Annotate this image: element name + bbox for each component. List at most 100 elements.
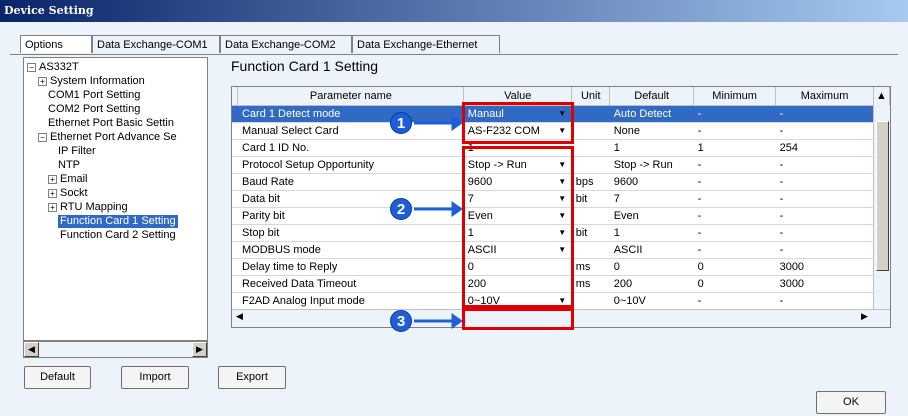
column-header-parameter-name[interactable]: Parameter name [237, 87, 465, 106]
unit-cell [571, 207, 610, 225]
tab-data-exchange-com2[interactable]: Data Exchange-COM2 [220, 35, 352, 53]
export-button[interactable]: Export [218, 366, 286, 389]
value-text: 200 [467, 278, 487, 290]
table-row[interactable]: Parity bit Even ▼ Even - - [232, 207, 890, 225]
value-cell[interactable]: 0~10V ▼ [463, 292, 572, 310]
default-cell: 200 [609, 275, 694, 293]
tree-horizontal-scrollbar[interactable]: ◀ ▶ [23, 341, 208, 358]
value-field[interactable]: 0 [468, 259, 568, 275]
value-field[interactable]: Manaul ▼ [468, 106, 568, 122]
minimum-cell: - [693, 105, 776, 123]
minimum-cell: - [693, 224, 776, 242]
default-cell: Stop -> Run [609, 156, 694, 174]
value-cell[interactable]: 9600 ▼ [463, 173, 572, 191]
default-cell: 7 [609, 190, 694, 208]
value-field[interactable]: 0~10V ▼ [468, 293, 568, 309]
tree-item-function-card-2[interactable]: Function Card 2 Setting [60, 229, 176, 242]
value-field[interactable]: Even ▼ [468, 208, 568, 224]
tree-item-ntp[interactable]: NTP [58, 159, 80, 172]
maximum-cell: - [775, 190, 874, 208]
table-row[interactable]: MODBUS mode ASCII ▼ ASCII - - [232, 241, 890, 259]
grid-horizontal-scrollbar[interactable]: ◀ ▶ [232, 309, 890, 327]
tree-item-function-card-1[interactable]: Function Card 1 Setting [58, 215, 178, 228]
unit-cell [571, 156, 610, 174]
parameter-grid[interactable]: Parameter name Value Unit Default Minimu… [231, 86, 891, 328]
expand-icon[interactable]: + [48, 202, 57, 212]
tab-options[interactable]: Options [20, 35, 92, 53]
scroll-up-icon[interactable]: ▲ [873, 87, 890, 106]
callout-badge-2: 2 [390, 198, 412, 220]
value-cell[interactable]: Stop -> Run ▼ [463, 156, 572, 174]
tree-item-com2-port[interactable]: COM2 Port Setting [48, 103, 140, 116]
minimum-cell: 0 [693, 258, 776, 276]
dropdown-arrow-icon[interactable]: ▼ [557, 227, 568, 239]
value-field[interactable]: ASCII ▼ [468, 242, 568, 258]
table-row[interactable]: Protocol Setup Opportunity Stop -> Run ▼ St… [232, 156, 890, 174]
tab-data-exchange-com1[interactable]: Data Exchange-COM1 [92, 35, 220, 53]
expand-icon[interactable]: + [48, 174, 57, 184]
value-field[interactable]: 1 ▼ [468, 225, 568, 241]
table-row[interactable]: Card 1 ID No. 1 1 1 254 [232, 139, 890, 157]
collapse-icon[interactable]: − [38, 132, 47, 142]
table-row[interactable]: Manual Select Card AS-F232 COM ▼ None - - [232, 122, 890, 140]
column-header-unit[interactable]: Unit [571, 87, 611, 106]
value-field[interactable]: Stop -> Run ▼ [468, 157, 568, 173]
ok-button[interactable]: OK [816, 391, 886, 414]
tree-item-com1-port[interactable]: COM1 Port Setting [48, 89, 140, 102]
tree-root[interactable]: − AS332T [27, 61, 79, 74]
scrollbar-thumb[interactable] [876, 121, 889, 271]
expand-icon[interactable]: + [38, 76, 47, 86]
column-header-maximum[interactable]: Maximum [775, 87, 874, 106]
scroll-right-icon[interactable]: ▶ [857, 310, 872, 325]
dropdown-arrow-icon[interactable]: ▼ [557, 193, 568, 205]
value-cell[interactable]: 1 [463, 139, 572, 157]
value-cell[interactable]: AS-F232 COM ▼ [463, 122, 572, 140]
column-header-default[interactable]: Default [609, 87, 695, 106]
value-field[interactable]: AS-F232 COM ▼ [468, 123, 568, 139]
tree-item-ethernet-basic[interactable]: Ethernet Port Basic Settin [48, 117, 174, 130]
value-field[interactable]: 200 [468, 276, 568, 292]
default-button[interactable]: Default [24, 366, 91, 389]
expand-icon[interactable]: + [48, 188, 57, 198]
tree-item-ip-filter[interactable]: IP Filter [58, 145, 96, 158]
tab-data-exchange-ethernet[interactable]: Data Exchange-Ethernet [352, 35, 500, 53]
dropdown-arrow-icon[interactable]: ▼ [557, 295, 568, 307]
scroll-right-icon[interactable]: ▶ [192, 342, 207, 357]
column-header-minimum[interactable]: Minimum [693, 87, 777, 106]
dropdown-arrow-icon[interactable]: ▼ [557, 108, 568, 120]
table-row[interactable]: F2AD Analog Input mode 0~10V ▼ 0~10V - - [232, 292, 890, 310]
tree-item-rtu-mapping[interactable]: + RTU Mapping [48, 201, 128, 214]
tree-item-system-information[interactable]: + System Information [38, 75, 145, 88]
dropdown-arrow-icon[interactable]: ▼ [557, 125, 568, 137]
table-row[interactable]: Card 1 Detect mode Manaul ▼ Auto Detect - - [232, 105, 890, 123]
dropdown-arrow-icon[interactable]: ▼ [557, 159, 568, 171]
column-header-value[interactable]: Value [463, 87, 573, 106]
table-row[interactable]: Delay time to Reply 0 ms 0 0 3000 [232, 258, 890, 276]
table-row[interactable]: Baud Rate 9600 ▼ bps 9600- - [232, 173, 890, 191]
tree-item-sockt[interactable]: + Sockt [48, 187, 88, 200]
settings-tree[interactable]: − AS332T + System Information COM1 Port Se… [23, 57, 208, 341]
table-row[interactable]: Received Data Timeout 200 ms 200 0 3000 [232, 275, 890, 293]
value-cell[interactable]: Even ▼ [463, 207, 572, 225]
table-row[interactable]: Stop bit 1 ▼ bit 1- - [232, 224, 890, 242]
tree-item-email[interactable]: + Email [48, 173, 88, 186]
table-row[interactable]: Data bit 7 ▼ bit 7- - [232, 190, 890, 208]
scroll-left-icon[interactable]: ◀ [24, 342, 39, 357]
value-field[interactable]: 9600 ▼ [468, 174, 568, 190]
value-cell[interactable]: 1 ▼ [463, 224, 572, 242]
dropdown-arrow-icon[interactable]: ▼ [557, 210, 568, 222]
value-cell[interactable]: Manaul ▼ [463, 105, 572, 123]
dropdown-arrow-icon[interactable]: ▼ [557, 176, 568, 188]
value-cell[interactable]: 0 [463, 258, 572, 276]
value-cell[interactable]: ASCII ▼ [463, 241, 572, 259]
value-cell[interactable]: 200 [463, 275, 572, 293]
scroll-left-icon[interactable]: ◀ [232, 310, 247, 325]
import-button[interactable]: Import [121, 366, 189, 389]
collapse-icon[interactable]: − [27, 62, 36, 72]
dropdown-arrow-icon[interactable]: ▼ [557, 244, 568, 256]
value-field[interactable]: 7 ▼ [468, 191, 568, 207]
tree-item-ethernet-advance[interactable]: − Ethernet Port Advance Se [38, 131, 177, 144]
value-cell[interactable]: 7 ▼ [463, 190, 572, 208]
value-field[interactable]: 1 [468, 140, 568, 156]
grid-vertical-scrollbar[interactable] [873, 105, 890, 311]
